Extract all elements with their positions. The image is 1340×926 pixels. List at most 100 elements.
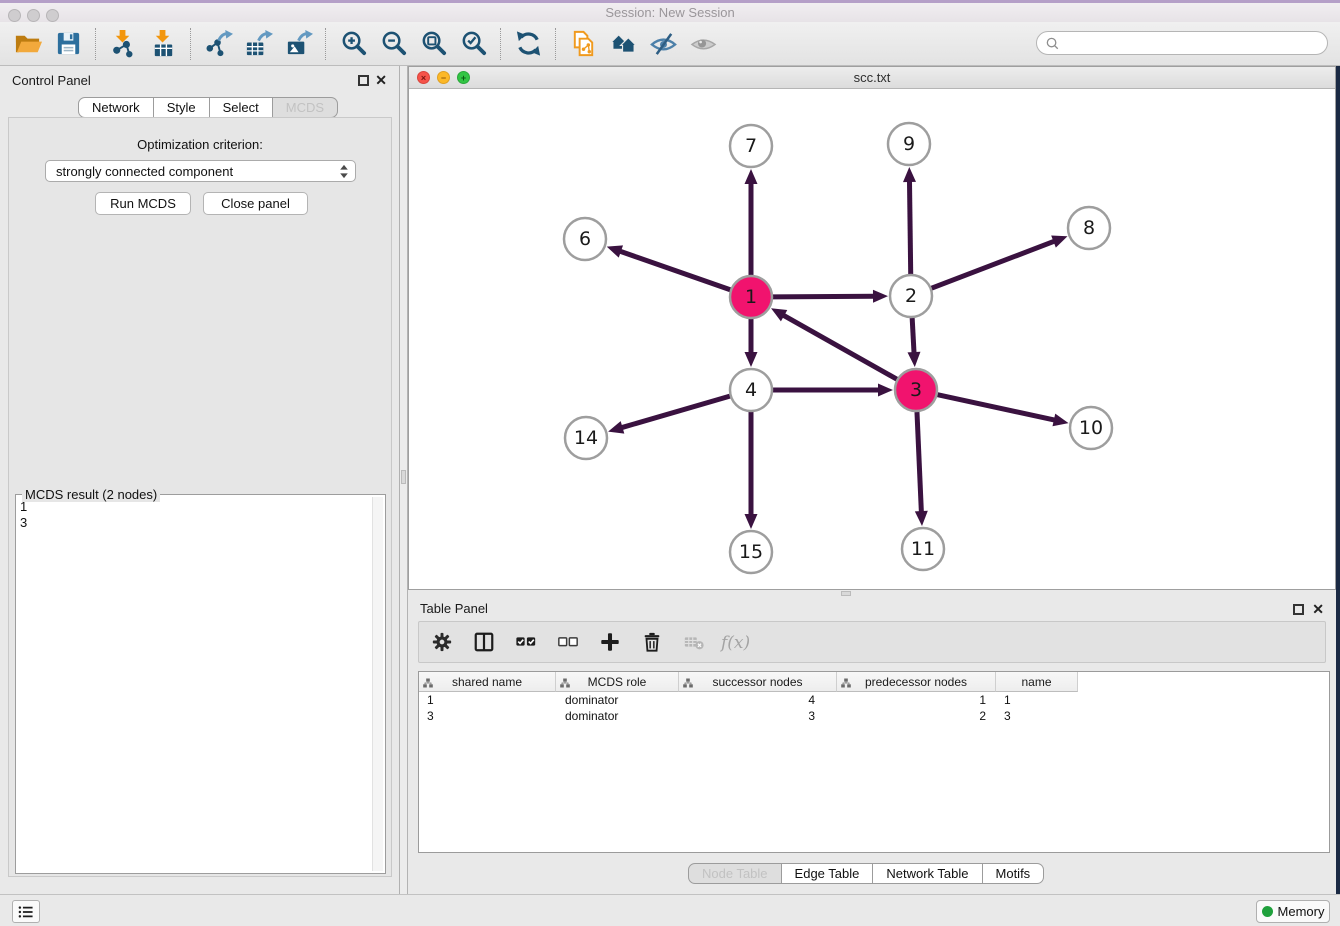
graph-node-14[interactable]: 14: [565, 417, 607, 459]
app-minimize-button[interactable]: [27, 9, 40, 22]
table-cell[interactable]: 1: [419, 692, 556, 708]
graph-node-11[interactable]: 11: [902, 528, 944, 570]
graph-edge-3-1[interactable]: [771, 308, 897, 379]
network-canvas[interactable]: 7 9 6 8 1 2 4 3 14 10 15 11: [409, 89, 1335, 589]
graph-node-6[interactable]: 6: [564, 218, 606, 260]
export-network-button[interactable]: [198, 26, 238, 62]
control-panel-close-button[interactable]: ✕: [375, 72, 387, 88]
table-tab-network-table[interactable]: Network Table: [873, 863, 982, 884]
table-cell[interactable]: dominator: [556, 692, 679, 708]
tab-mcds[interactable]: MCDS: [273, 97, 338, 118]
export-table-button[interactable]: [238, 26, 278, 62]
deselect-all-columns-icon: [557, 631, 579, 653]
graph-edge-4-15[interactable]: [745, 412, 758, 529]
zoom-in-button[interactable]: [333, 26, 373, 62]
control-panel-float-button[interactable]: [358, 75, 369, 86]
close-panel-button[interactable]: Close panel: [203, 192, 308, 215]
task-history-button[interactable]: [12, 900, 40, 923]
tab-style[interactable]: Style: [154, 97, 210, 118]
table-panel-float-button[interactable]: [1293, 604, 1304, 615]
app-close-button[interactable]: [8, 9, 21, 22]
save-session-button[interactable]: [48, 26, 88, 62]
tab-select[interactable]: Select: [210, 97, 273, 118]
import-table-button[interactable]: [143, 26, 183, 62]
graph-edge-2-8[interactable]: [932, 235, 1068, 288]
vertical-splitter[interactable]: [400, 66, 408, 894]
graph-edge-1-4[interactable]: [745, 319, 758, 367]
graph-edge-1-6[interactable]: [607, 245, 731, 289]
run-mcds-button[interactable]: Run MCDS: [95, 192, 191, 215]
graph-node-4[interactable]: 4: [730, 369, 772, 411]
table-row[interactable]: 3dominator323: [419, 708, 1329, 724]
duplicate-network-button[interactable]: [563, 26, 603, 62]
first-neighbors-button[interactable]: [603, 26, 643, 62]
select-all-columns-button[interactable]: [513, 629, 539, 655]
tab-network[interactable]: Network: [78, 97, 154, 118]
table-cell[interactable]: 3: [679, 708, 837, 724]
graph-node-3[interactable]: 3: [895, 369, 937, 411]
table-cell[interactable]: dominator: [556, 708, 679, 724]
search-box[interactable]: [1036, 31, 1328, 55]
zoom-selected-button[interactable]: [453, 26, 493, 62]
delete-table-button[interactable]: [681, 629, 707, 655]
graph-node-1[interactable]: 1: [730, 276, 772, 318]
column-header-successor-nodes[interactable]: successor nodes: [679, 672, 837, 692]
graph-edge-4-14[interactable]: [608, 396, 730, 433]
import-network-button[interactable]: [103, 26, 143, 62]
table-cell[interactable]: 3: [996, 708, 1078, 724]
memory-button[interactable]: Memory: [1256, 900, 1330, 923]
hide-selected-button[interactable]: [643, 26, 683, 62]
table-cell[interactable]: 2: [837, 708, 996, 724]
horizontal-splitter-grip[interactable]: [841, 591, 851, 596]
criterion-dropdown[interactable]: strongly connected component: [45, 160, 356, 182]
vertical-splitter-grip[interactable]: [401, 470, 406, 484]
refresh-layout-button[interactable]: [508, 26, 548, 62]
open-file-button[interactable]: [8, 26, 48, 62]
column-header-predecessor-nodes[interactable]: predecessor nodes: [837, 672, 996, 692]
function-builder-button[interactable]: f(x): [723, 629, 749, 655]
table-settings-button[interactable]: [429, 629, 455, 655]
graph-edge-1-2[interactable]: [773, 290, 888, 303]
column-header-shared-name[interactable]: shared name: [419, 672, 556, 692]
zoom-fit-button[interactable]: [413, 26, 453, 62]
graph-node-2[interactable]: 2: [890, 275, 932, 317]
table-cell[interactable]: 1: [837, 692, 996, 708]
horizontal-splitter[interactable]: [408, 590, 1336, 597]
table-tab-node-table[interactable]: Node Table: [688, 863, 782, 884]
table-cell[interactable]: 4: [679, 692, 837, 708]
mcds-result-list[interactable]: 13: [20, 499, 369, 870]
deselect-all-columns-button[interactable]: [555, 629, 581, 655]
app-zoom-button[interactable]: [46, 9, 59, 22]
table-panel-close-button[interactable]: ✕: [1312, 601, 1324, 617]
graph-edge-3-10[interactable]: [937, 395, 1068, 427]
table-tab-motifs[interactable]: Motifs: [983, 863, 1045, 884]
result-scrollbar[interactable]: [372, 497, 383, 871]
graph-edge-3-11[interactable]: [915, 412, 928, 526]
search-input[interactable]: [1064, 36, 1319, 51]
export-image-button[interactable]: [278, 26, 318, 62]
zoom-out-button[interactable]: [373, 26, 413, 62]
graph-node-10[interactable]: 10: [1070, 407, 1112, 449]
table-cell[interactable]: 3: [419, 708, 556, 724]
add-column-button[interactable]: [597, 629, 623, 655]
network-window-titlebar[interactable]: ×−+ scc.txt: [409, 67, 1335, 89]
table-row[interactable]: 1dominator411: [419, 692, 1329, 708]
delete-column-button[interactable]: [639, 629, 665, 655]
table-cell[interactable]: 1: [996, 692, 1078, 708]
network-window-minimize-button[interactable]: −: [437, 71, 450, 84]
show-all-button[interactable]: [683, 26, 723, 62]
network-window-zoom-button[interactable]: +: [457, 71, 470, 84]
column-visibility-button[interactable]: [471, 629, 497, 655]
column-header-name[interactable]: name: [996, 672, 1078, 692]
graph-edge-2-3[interactable]: [907, 318, 920, 367]
graph-node-9[interactable]: 9: [888, 123, 930, 165]
graph-node-8[interactable]: 8: [1068, 207, 1110, 249]
graph-edge-2-9[interactable]: [903, 167, 916, 274]
column-header-mcds-role[interactable]: MCDS role: [556, 672, 679, 692]
graph-edge-4-3[interactable]: [773, 384, 893, 397]
graph-node-7[interactable]: 7: [730, 125, 772, 167]
network-window-close-button[interactable]: ×: [417, 71, 430, 84]
graph-node-15[interactable]: 15: [730, 531, 772, 573]
table-tab-edge-table[interactable]: Edge Table: [782, 863, 874, 884]
graph-edge-1-7[interactable]: [745, 169, 758, 275]
